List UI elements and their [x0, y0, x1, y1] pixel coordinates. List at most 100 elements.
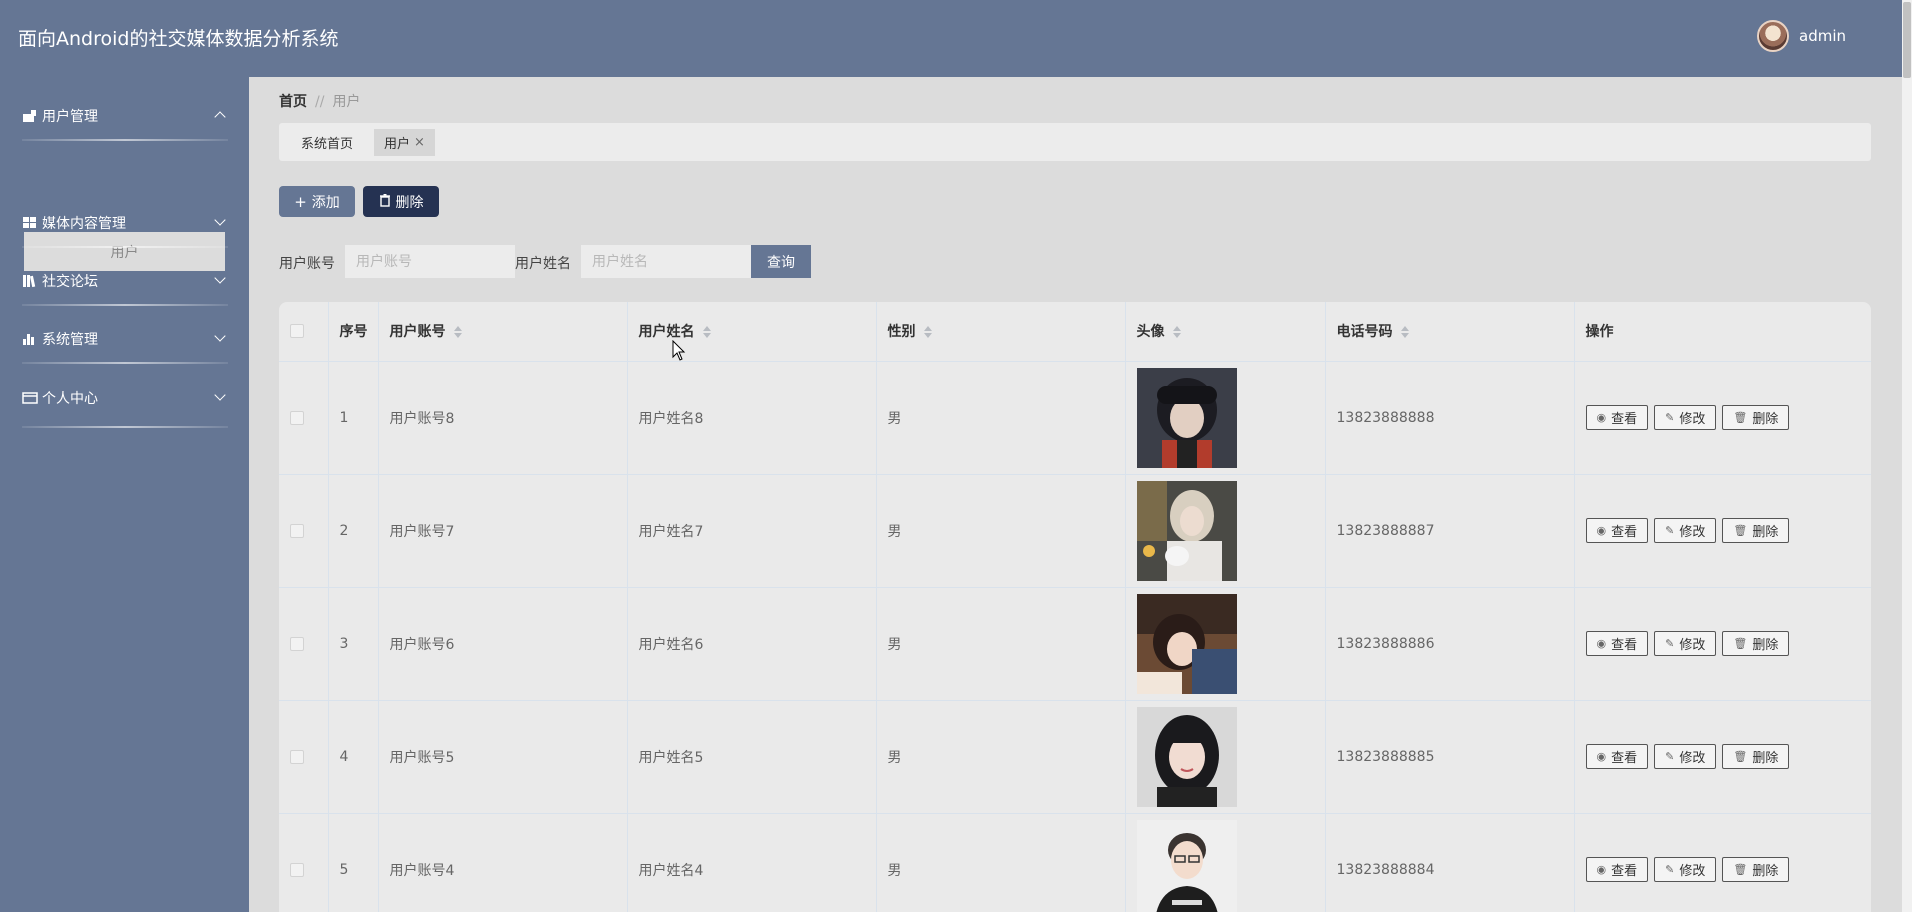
sort-icon[interactable] — [923, 326, 932, 339]
sidebar: 用户管理 用户 媒体内容管理 社交论坛 系统管理 个人中心 — [0, 77, 249, 912]
edit-button[interactable]: ✎ 修改 — [1654, 631, 1717, 656]
breadcrumb: 首页 // 用户 — [279, 91, 360, 111]
col-label: 性别 — [887, 324, 916, 341]
cell-name: 用户姓名5 — [627, 700, 877, 814]
user-table: 序号 用户账号 用户姓名 性别 头像 电话号码 操作 1 用户账号8 用户姓名8… — [279, 302, 1871, 912]
trash-icon: 🗑 — [1733, 863, 1748, 876]
view-label: 查看 — [1611, 751, 1638, 766]
mouse-cursor-icon — [672, 340, 686, 361]
avatar-photo[interactable] — [1136, 480, 1237, 581]
sidebar-item-profile[interactable]: 个人中心 — [22, 383, 228, 413]
row-select — [279, 361, 329, 475]
avatar-photo[interactable] — [1136, 593, 1237, 694]
user-menu[interactable]: admin — [1757, 20, 1846, 52]
cell-actions: ◉ 查看 ✎ 修改 🗑 删除 — [1574, 813, 1871, 912]
cell-index: 1 — [328, 361, 379, 475]
view-button[interactable]: ◉ 查看 — [1585, 631, 1649, 656]
row-select — [279, 587, 329, 701]
cell-index: 5 — [328, 813, 379, 912]
col-name[interactable]: 用户姓名 — [627, 302, 877, 362]
avatar-photo[interactable] — [1136, 706, 1237, 807]
row-delete-button[interactable]: 🗑 删除 — [1722, 405, 1790, 430]
avatar-photo[interactable] — [1136, 819, 1237, 912]
col-avatar[interactable]: 头像 — [1125, 302, 1326, 362]
view-button[interactable]: ◉ 查看 — [1585, 744, 1649, 769]
user-name[interactable]: admin — [1799, 27, 1846, 45]
row-delete-button[interactable]: 🗑 删除 — [1722, 518, 1790, 543]
add-button[interactable]: + 添加 — [279, 186, 355, 217]
edit-button[interactable]: ✎ 修改 — [1654, 857, 1717, 882]
table-row: 4 用户账号5 用户姓名5 男 13823888885 ◉ 查看 ✎ 修改 🗑 删除 — [279, 700, 1871, 814]
cell-name: 用户姓名8 — [627, 361, 877, 475]
table-row: 3 用户账号6 用户姓名6 男 13823888886 ◉ 查看 ✎ 修改 🗑 删除 — [279, 587, 1871, 701]
card-icon — [22, 391, 38, 405]
row-checkbox[interactable] — [290, 523, 304, 538]
row-select — [279, 700, 329, 814]
menu-divider — [22, 139, 228, 141]
select-all-checkbox[interactable] — [290, 324, 304, 339]
edit-button[interactable]: ✎ 修改 — [1654, 518, 1717, 543]
top-header: 面向Android的社交媒体数据分析系统 admin — [0, 0, 1902, 77]
cell-name: 用户姓名4 — [627, 813, 877, 912]
table-row: 2 用户账号7 用户姓名7 男 13823888887 ◉ 查看 ✎ 修改 🗑 删除 — [279, 474, 1871, 588]
sidebar-item-forum[interactable]: 社交论坛 — [22, 266, 228, 296]
delete-label: 删除 — [395, 194, 424, 211]
tab-system-home[interactable]: 系统首页 — [291, 129, 363, 156]
edit-button[interactable]: ✎ 修改 — [1654, 405, 1717, 430]
col-gender[interactable]: 性别 — [876, 302, 1126, 362]
col-label: 电话号码 — [1336, 324, 1393, 341]
cell-account: 用户账号7 — [378, 474, 628, 588]
cell-phone: 13823888884 — [1325, 813, 1575, 912]
grid-icon — [22, 216, 38, 230]
scrollbar-thumb[interactable] — [1903, 2, 1911, 78]
breadcrumb-home[interactable]: 首页 — [279, 94, 307, 110]
chevron-down-icon — [214, 330, 226, 342]
delete-button[interactable]: 删除 — [363, 186, 439, 217]
avatar[interactable] — [1757, 20, 1789, 52]
sort-icon[interactable] — [453, 326, 462, 339]
row-checkbox[interactable] — [290, 636, 304, 651]
cell-avatar — [1125, 587, 1326, 701]
row-select — [279, 474, 329, 588]
row-delete-button[interactable]: 🗑 删除 — [1722, 857, 1790, 882]
edit-button[interactable]: ✎ 修改 — [1654, 744, 1717, 769]
account-search-input[interactable] — [345, 245, 515, 278]
edit-label: 修改 — [1679, 751, 1706, 766]
view-button[interactable]: ◉ 查看 — [1585, 405, 1649, 430]
menu-divider — [22, 246, 228, 248]
view-button[interactable]: ◉ 查看 — [1585, 518, 1649, 543]
trash-icon: 🗑 — [1733, 637, 1748, 650]
page-scrollbar[interactable] — [1902, 0, 1912, 912]
row-checkbox[interactable] — [290, 410, 304, 425]
cell-account: 用户账号8 — [378, 361, 628, 475]
tab-user[interactable]: 用户 × — [374, 129, 435, 156]
books-icon — [22, 274, 38, 288]
edit-icon: ✎ — [1665, 524, 1675, 537]
eye-icon: ◉ — [1596, 524, 1607, 537]
avatar-photo[interactable] — [1136, 367, 1237, 468]
chevron-up-icon — [214, 111, 226, 123]
name-label: 用户姓名 — [515, 256, 571, 272]
row-delete-button[interactable]: 🗑 删除 — [1722, 744, 1790, 769]
cell-name: 用户姓名6 — [627, 587, 877, 701]
query-button[interactable]: 查询 — [751, 245, 811, 278]
col-phone[interactable]: 电话号码 — [1325, 302, 1575, 362]
view-button[interactable]: ◉ 查看 — [1585, 857, 1649, 882]
cell-phone: 13823888885 — [1325, 700, 1575, 814]
row-checkbox[interactable] — [290, 862, 304, 877]
col-account[interactable]: 用户账号 — [378, 302, 628, 362]
sort-icon[interactable] — [1400, 326, 1409, 339]
sidebar-item-label: 媒体内容管理 — [42, 216, 126, 232]
sidebar-item-user-manage[interactable]: 用户管理 — [22, 101, 228, 131]
sort-icon[interactable] — [1172, 326, 1181, 339]
eye-icon: ◉ — [1596, 411, 1607, 424]
name-search-input[interactable] — [581, 245, 751, 278]
row-delete-button[interactable]: 🗑 删除 — [1722, 631, 1790, 656]
row-checkbox[interactable] — [290, 749, 304, 764]
bar-chart-icon — [22, 332, 38, 346]
sidebar-item-media[interactable]: 媒体内容管理 — [22, 208, 228, 238]
sidebar-item-system[interactable]: 系统管理 — [22, 324, 228, 354]
menu-divider — [22, 304, 228, 306]
close-icon[interactable]: × — [414, 135, 425, 150]
sort-icon[interactable] — [702, 326, 711, 339]
